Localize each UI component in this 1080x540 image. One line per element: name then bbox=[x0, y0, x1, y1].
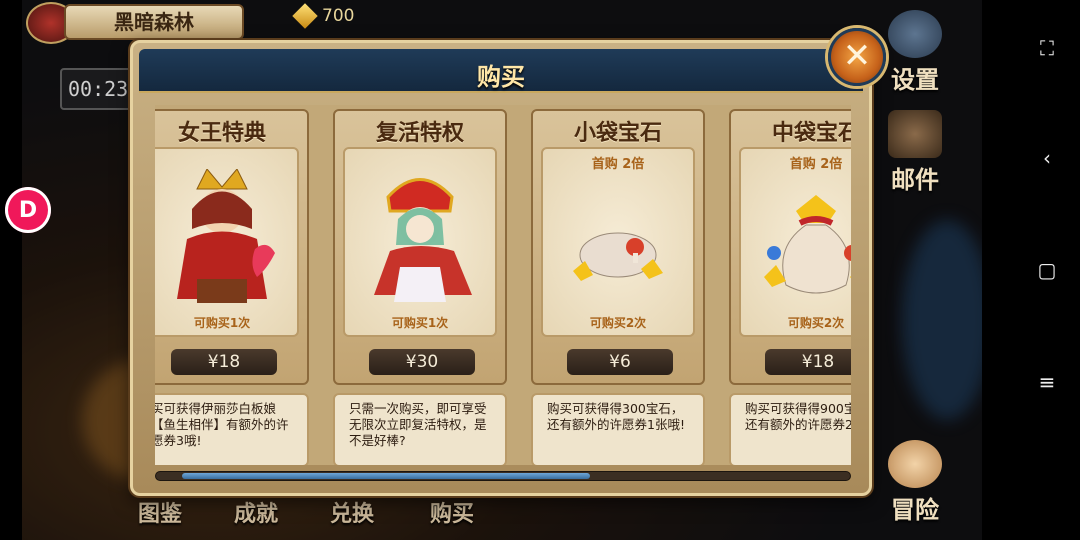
card-illustration: 可购买1次 bbox=[155, 147, 299, 337]
mail-button[interactable]: 邮件 bbox=[888, 110, 942, 195]
revive-character-icon bbox=[374, 178, 472, 302]
assistant-logo-icon: D bbox=[18, 197, 38, 223]
purchase-limit: 可购买2次 bbox=[589, 316, 647, 330]
shop-card[interactable]: 小袋宝石 首购 2倍 可购买2次 ¥6 购买可获得得300宝石，还有额外的许愿券… bbox=[531, 109, 705, 465]
adventure-button[interactable]: 冒险 bbox=[888, 440, 942, 525]
first-buy-badge: 首购 2倍 bbox=[591, 157, 645, 172]
gem-icon bbox=[292, 3, 318, 29]
dialog-header: 购买 bbox=[139, 49, 863, 93]
mail-chest-icon bbox=[888, 110, 942, 158]
card-description: 购买可获得得300宝石，还有额外的许愿券1张哦! bbox=[531, 393, 705, 465]
close-icon: ✕ bbox=[842, 36, 872, 76]
purchase-limit: 可购买2次 bbox=[787, 316, 845, 330]
gem-count: 700 bbox=[322, 6, 355, 26]
medium-gem-bag-icon bbox=[764, 195, 851, 294]
buy-button[interactable]: ¥18 bbox=[171, 349, 277, 375]
card-description: 只需一次购买，即可享受无限次立即复活特权，是不是好棒? bbox=[333, 393, 507, 465]
card-frame: 小袋宝石 首购 2倍 可购买2次 ¥6 bbox=[531, 109, 705, 385]
close-button[interactable]: ✕ bbox=[828, 28, 886, 86]
small-gem-bag-icon bbox=[573, 232, 663, 281]
card-frame: 复活特权 可购买1次 ¥30 bbox=[333, 109, 507, 385]
dialog-title: 购买 bbox=[477, 63, 525, 91]
settings-button[interactable]: 设置 bbox=[888, 10, 942, 95]
card-illustration: 首购 2倍 可购买2次 bbox=[541, 147, 695, 337]
buy-button[interactable]: ¥6 bbox=[567, 349, 673, 375]
system-nav-bar: ⛶ ‹ ▢ ≡ bbox=[1010, 0, 1080, 540]
card-name: 女王特典 bbox=[177, 121, 266, 146]
card-name: 复活特权 bbox=[375, 121, 464, 146]
scrollbar-thumb[interactable] bbox=[182, 473, 590, 479]
shop-card-list[interactable]: 女王特典 可购买1次 ¥18 买可获得伊丽莎白板娘【鱼生相伴】有额外的许愿券3哦… bbox=[155, 105, 851, 465]
card-frame: 中袋宝石 首购 2倍 可购买2次 ¥18 bbox=[729, 109, 851, 385]
purchase-dialog: 购买 女王特典 可购买1次 ¥18 买可获得伊丽莎白板娘【鱼生相伴】有额外的许愿… bbox=[130, 40, 872, 496]
nav-codex[interactable]: 图鉴 bbox=[138, 496, 182, 528]
home-icon[interactable]: ▢ bbox=[1034, 258, 1060, 282]
back-icon[interactable]: ‹ bbox=[1034, 146, 1060, 170]
purchase-limit: 可购买1次 bbox=[193, 316, 251, 330]
nav-exchange[interactable]: 兑换 bbox=[330, 496, 374, 528]
nav-purchase[interactable]: 购买 bbox=[430, 496, 474, 528]
card-name: 中袋宝石 bbox=[771, 121, 851, 146]
fullscreen-icon[interactable]: ⛶ bbox=[1034, 36, 1060, 60]
buy-button[interactable]: ¥30 bbox=[369, 349, 475, 375]
queen-character-icon bbox=[177, 169, 275, 303]
shop-card[interactable]: 中袋宝石 首购 2倍 可购买2次 ¥18 购买可获得得900 还有额外的许愿券2 bbox=[729, 109, 851, 465]
card-description: 买可获得伊丽莎白板娘【鱼生相伴】有额外的许愿券3哦! bbox=[155, 393, 309, 465]
gear-icon bbox=[888, 10, 942, 58]
shop-card[interactable]: 复活特权 可购买1次 ¥30 只需一次购买，即可享受无限次立即复活特权，是不是好… bbox=[333, 109, 507, 465]
floating-assistant-button[interactable]: D bbox=[5, 187, 51, 233]
nav-achievements[interactable]: 成就 bbox=[234, 496, 278, 528]
card-illustration: 可购买1次 bbox=[343, 147, 497, 337]
adventure-avatar-icon bbox=[888, 440, 942, 488]
area-name: 黑暗森林 bbox=[64, 4, 244, 40]
buy-button[interactable]: ¥18 bbox=[765, 349, 851, 375]
menu-icon[interactable]: ≡ bbox=[1034, 370, 1060, 394]
timer: 00:23 bbox=[60, 68, 140, 110]
shop-card[interactable]: 女王特典 可购买1次 ¥18 买可获得伊丽莎白板娘【鱼生相伴】有额外的许愿券3哦… bbox=[155, 109, 309, 465]
first-buy-badge: 首购 2倍 bbox=[789, 157, 843, 172]
card-frame: 女王特典 可购买1次 ¥18 bbox=[155, 109, 309, 385]
card-description: 购买可获得得900宝石，还有额外的许愿券2张哦! bbox=[729, 393, 851, 465]
gem-counter: 700 bbox=[292, 3, 355, 29]
card-name: 小袋宝石 bbox=[573, 121, 662, 146]
purchase-limit: 可购买1次 bbox=[391, 316, 449, 330]
card-illustration: 首购 2倍 可购买2次 bbox=[739, 147, 851, 337]
horizontal-scrollbar[interactable] bbox=[155, 471, 851, 481]
